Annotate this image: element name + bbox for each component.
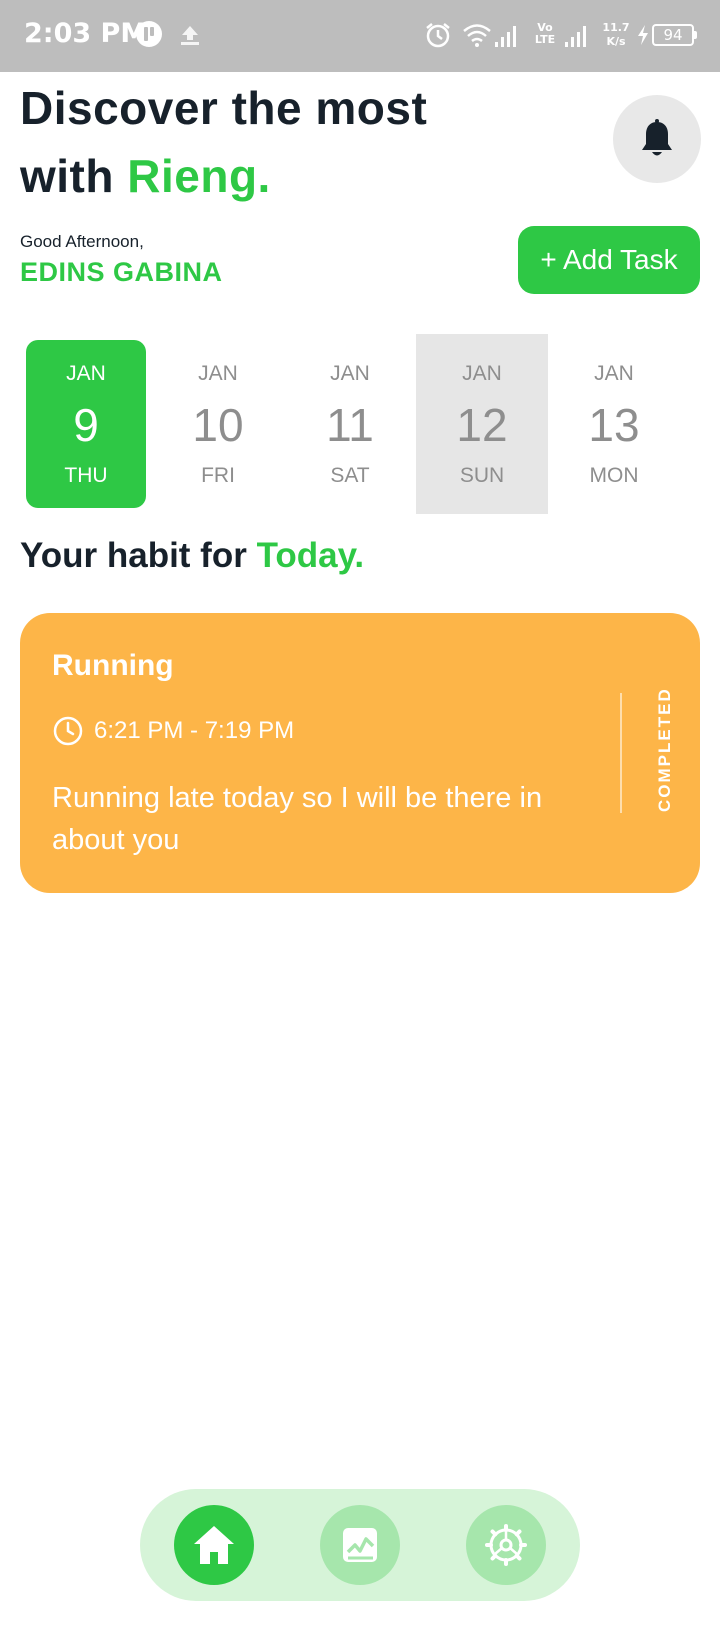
date-weekday: SUN — [459, 464, 505, 487]
date-month: JAN — [462, 362, 502, 385]
page-headline: Discover the most with Rieng. — [20, 74, 460, 210]
date-strip: JAN 9 THU JAN 10 FRI JAN 11 SAT JAN 12 S… — [20, 334, 700, 514]
signal-icon — [494, 24, 518, 53]
nav-stats-button[interactable] — [320, 1505, 400, 1585]
add-task-button[interactable]: + Add Task — [518, 226, 700, 294]
status-time: 2:03 PM — [24, 18, 148, 49]
chart-icon — [343, 1528, 377, 1562]
section-title-prefix: Your habit for — [20, 536, 257, 575]
date-day: 9 — [73, 399, 99, 451]
home-icon — [194, 1526, 234, 1564]
habit-divider — [620, 693, 622, 813]
habit-time: 6:21 PM - 7:19 PM — [94, 717, 295, 744]
status-bar: 2:03 PM Vo LTE 11.7 K/s 94 — [0, 0, 720, 72]
date-month: JAN — [330, 362, 370, 385]
greeting: Good Afternoon, — [20, 232, 144, 251]
nav-home-button[interactable] — [174, 1505, 254, 1585]
date-weekday: SAT — [330, 464, 370, 487]
habit-status-label: COMPLETED — [655, 687, 674, 812]
date-item-jan-10[interactable]: JAN 10 FRI — [152, 334, 284, 514]
section-title-accent: Today. — [256, 536, 365, 575]
date-weekday: MON — [589, 464, 639, 487]
date-weekday: FRI — [201, 464, 235, 487]
username: EDINS GABINA — [20, 257, 223, 287]
charging-icon — [636, 24, 650, 51]
section-title: Your habit for Today. — [20, 536, 364, 576]
headline-with: with — [20, 150, 128, 202]
date-item-jan-11[interactable]: JAN 11 SAT — [284, 334, 416, 514]
date-month: JAN — [198, 362, 238, 385]
battery-nub — [694, 31, 697, 39]
date-day: 11 — [326, 399, 374, 451]
habit-time-row: 6:21 PM - 7:19 PM — [52, 715, 294, 747]
network-speed-unit: K/s — [606, 35, 626, 48]
brand-name: Rieng. — [127, 150, 271, 202]
date-month: JAN — [66, 362, 106, 385]
app-notification-icon — [135, 20, 163, 53]
date-day: 10 — [192, 399, 244, 451]
habit-card[interactable]: Running 6:21 PM - 7:19 PM Running late t… — [20, 613, 700, 893]
signal-icon-2 — [564, 24, 588, 53]
headline-line-1: Discover the most — [20, 82, 428, 134]
settings-icon — [485, 1524, 527, 1566]
date-day: 13 — [588, 399, 640, 451]
date-month: JAN — [594, 362, 634, 385]
clock-icon — [53, 716, 83, 746]
network-speed-value: 11.7 — [602, 21, 630, 34]
battery-level: 94 — [652, 24, 694, 46]
wifi-icon — [462, 22, 492, 53]
alarm-icon — [424, 21, 452, 54]
date-day: 12 — [456, 399, 508, 451]
habit-title: Running — [52, 649, 174, 682]
bell-icon — [642, 119, 672, 156]
bottom-nav — [140, 1489, 580, 1601]
notifications-button[interactable] — [613, 95, 701, 183]
habit-note: Running late today so I will be there in… — [52, 782, 543, 856]
network-type-label: Vo LTE — [534, 21, 556, 46]
date-item-jan-13[interactable]: JAN 13 MON — [548, 334, 680, 514]
upload-icon — [178, 24, 202, 51]
headline-line-2: with Rieng. — [20, 142, 460, 210]
date-item-jan-12[interactable]: JAN 12 SUN — [416, 334, 548, 514]
date-item-jan-9[interactable]: JAN 9 THU — [26, 340, 146, 508]
date-weekday: THU — [64, 464, 108, 487]
nav-settings-button[interactable] — [466, 1505, 546, 1585]
